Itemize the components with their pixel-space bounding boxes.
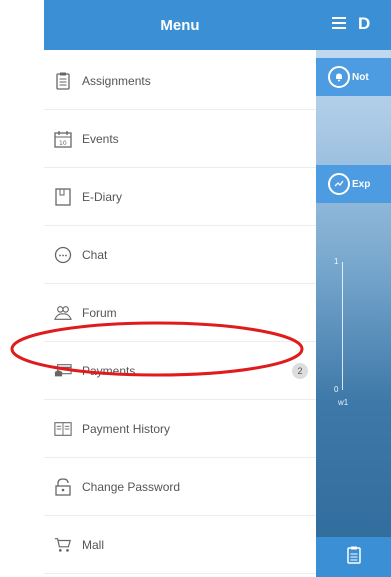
menu-item-mall[interactable]: Mall [44,516,316,574]
page-title: D [358,14,371,33]
menu-item-label: Chat [82,247,108,262]
menu-item-payment-history[interactable]: Payment History [44,400,316,458]
notifications-button[interactable]: Not [316,58,391,96]
drawer-title: Menu [160,16,200,34]
axis-top-label: 1 [334,257,339,266]
chat-icon [54,246,72,264]
chart-y-axis [342,262,343,390]
hamburger-menu-icon[interactable] [332,17,346,29]
lock-icon [54,477,72,496]
menu-item-label: E-Diary [82,189,123,204]
axis-bottom-label: 0 [334,385,339,394]
menu-item-label: Payment History [82,421,171,436]
menu-item-change-password[interactable]: Change Password [44,458,316,516]
menu-item-label: Assignments [82,73,151,88]
axis-x-label: w1 [338,398,349,407]
trend-chart-icon [328,173,350,195]
calendar-icon: 10 [54,130,72,148]
menu-item-label: Change Password [82,479,181,494]
svg-text:10: 10 [59,140,67,147]
bell-icon [328,66,350,88]
notifications-label: Not [352,71,369,83]
menu-item-label: Forum [82,305,117,320]
main-header: D [316,0,391,50]
expenses-button[interactable]: Exp [316,165,391,203]
main-content-panel: D Not Exp 1 0 w1 [316,0,391,577]
diary-icon [54,187,72,206]
highlight-ellipse [10,321,304,377]
bottom-navigation-bar [316,537,391,577]
clipboard-icon[interactable] [346,546,361,569]
menu-item-assignments[interactable]: Assignments [44,52,316,110]
shopping-cart-icon [54,536,72,554]
menu-item-events[interactable]: 10 Events [44,110,316,168]
expenses-label: Exp [352,178,371,190]
menu-item-label: Mall [82,537,105,552]
menu-item-chat[interactable]: Chat [44,226,316,284]
payment-history-icon [54,420,72,438]
menu-item-e-diary[interactable]: E-Diary [44,168,316,226]
navigation-drawer: Menu Assignments 10 Events E-Diary Chat … [44,0,316,577]
drawer-header: Menu [44,0,316,50]
forum-icon [54,304,72,322]
menu-item-label: Events [82,131,119,146]
clipboard-icon [54,72,72,90]
